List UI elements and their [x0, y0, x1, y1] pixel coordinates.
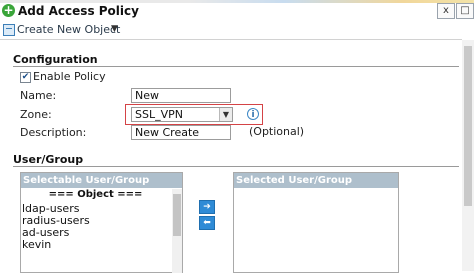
- description-label: Description:: [20, 126, 87, 139]
- toolbar: Create New Object ▼: [0, 21, 474, 38]
- window-titlebar: + Add Access Policy x □: [0, 3, 474, 20]
- list-item[interactable]: kevin: [22, 238, 51, 251]
- description-optional-hint: (Optional): [249, 125, 305, 138]
- info-icon[interactable]: i: [247, 108, 259, 120]
- create-object-icon[interactable]: [3, 24, 15, 36]
- chevron-down-icon[interactable]: ▼: [219, 108, 232, 121]
- selectable-objects-header: Selectable User/Group Objects: [21, 173, 182, 201]
- selected-objects-list[interactable]: Selected User/Group Objects: [233, 172, 399, 273]
- list-scroll-thumb[interactable]: [173, 194, 181, 236]
- selectable-objects-list[interactable]: Selectable User/Group Objects === Object…: [20, 172, 183, 273]
- description-input[interactable]: New Create: [131, 125, 231, 140]
- create-new-object-button[interactable]: Create New Object: [17, 22, 120, 37]
- user-group-section-title: User/Group: [13, 153, 84, 166]
- name-input[interactable]: New: [131, 88, 231, 103]
- configuration-divider: [13, 66, 459, 67]
- window-title: Add Access Policy: [18, 4, 139, 18]
- chevron-down-icon[interactable]: ▼: [111, 22, 118, 37]
- remove-from-selected-button[interactable]: ⬅: [199, 216, 215, 230]
- zone-selected-value: SSL_VPN: [135, 108, 183, 121]
- user-group-divider: [13, 166, 459, 167]
- enable-policy-label: Enable Policy: [33, 70, 106, 83]
- zone-select[interactable]: SSL_VPN ▼: [131, 107, 233, 122]
- configuration-section-title: Configuration: [13, 53, 98, 66]
- enable-policy-checkbox[interactable]: ✔: [20, 72, 31, 83]
- object-group-heading: === Object ===: [48, 189, 143, 200]
- add-to-selected-button[interactable]: ➔: [199, 200, 215, 214]
- add-circle-icon: +: [2, 3, 15, 17]
- name-label: Name:: [20, 89, 57, 102]
- toolbar-divider: [0, 39, 462, 40]
- list-scrollbar[interactable]: [172, 189, 182, 273]
- zone-label: Zone:: [20, 108, 52, 121]
- dialog-scroll-thumb[interactable]: [464, 46, 472, 206]
- dialog-scrollbar[interactable]: [462, 40, 474, 271]
- close-button[interactable]: x: [437, 3, 455, 19]
- maximize-button[interactable]: □: [456, 3, 474, 19]
- selected-objects-header: Selected User/Group Objects: [234, 173, 398, 201]
